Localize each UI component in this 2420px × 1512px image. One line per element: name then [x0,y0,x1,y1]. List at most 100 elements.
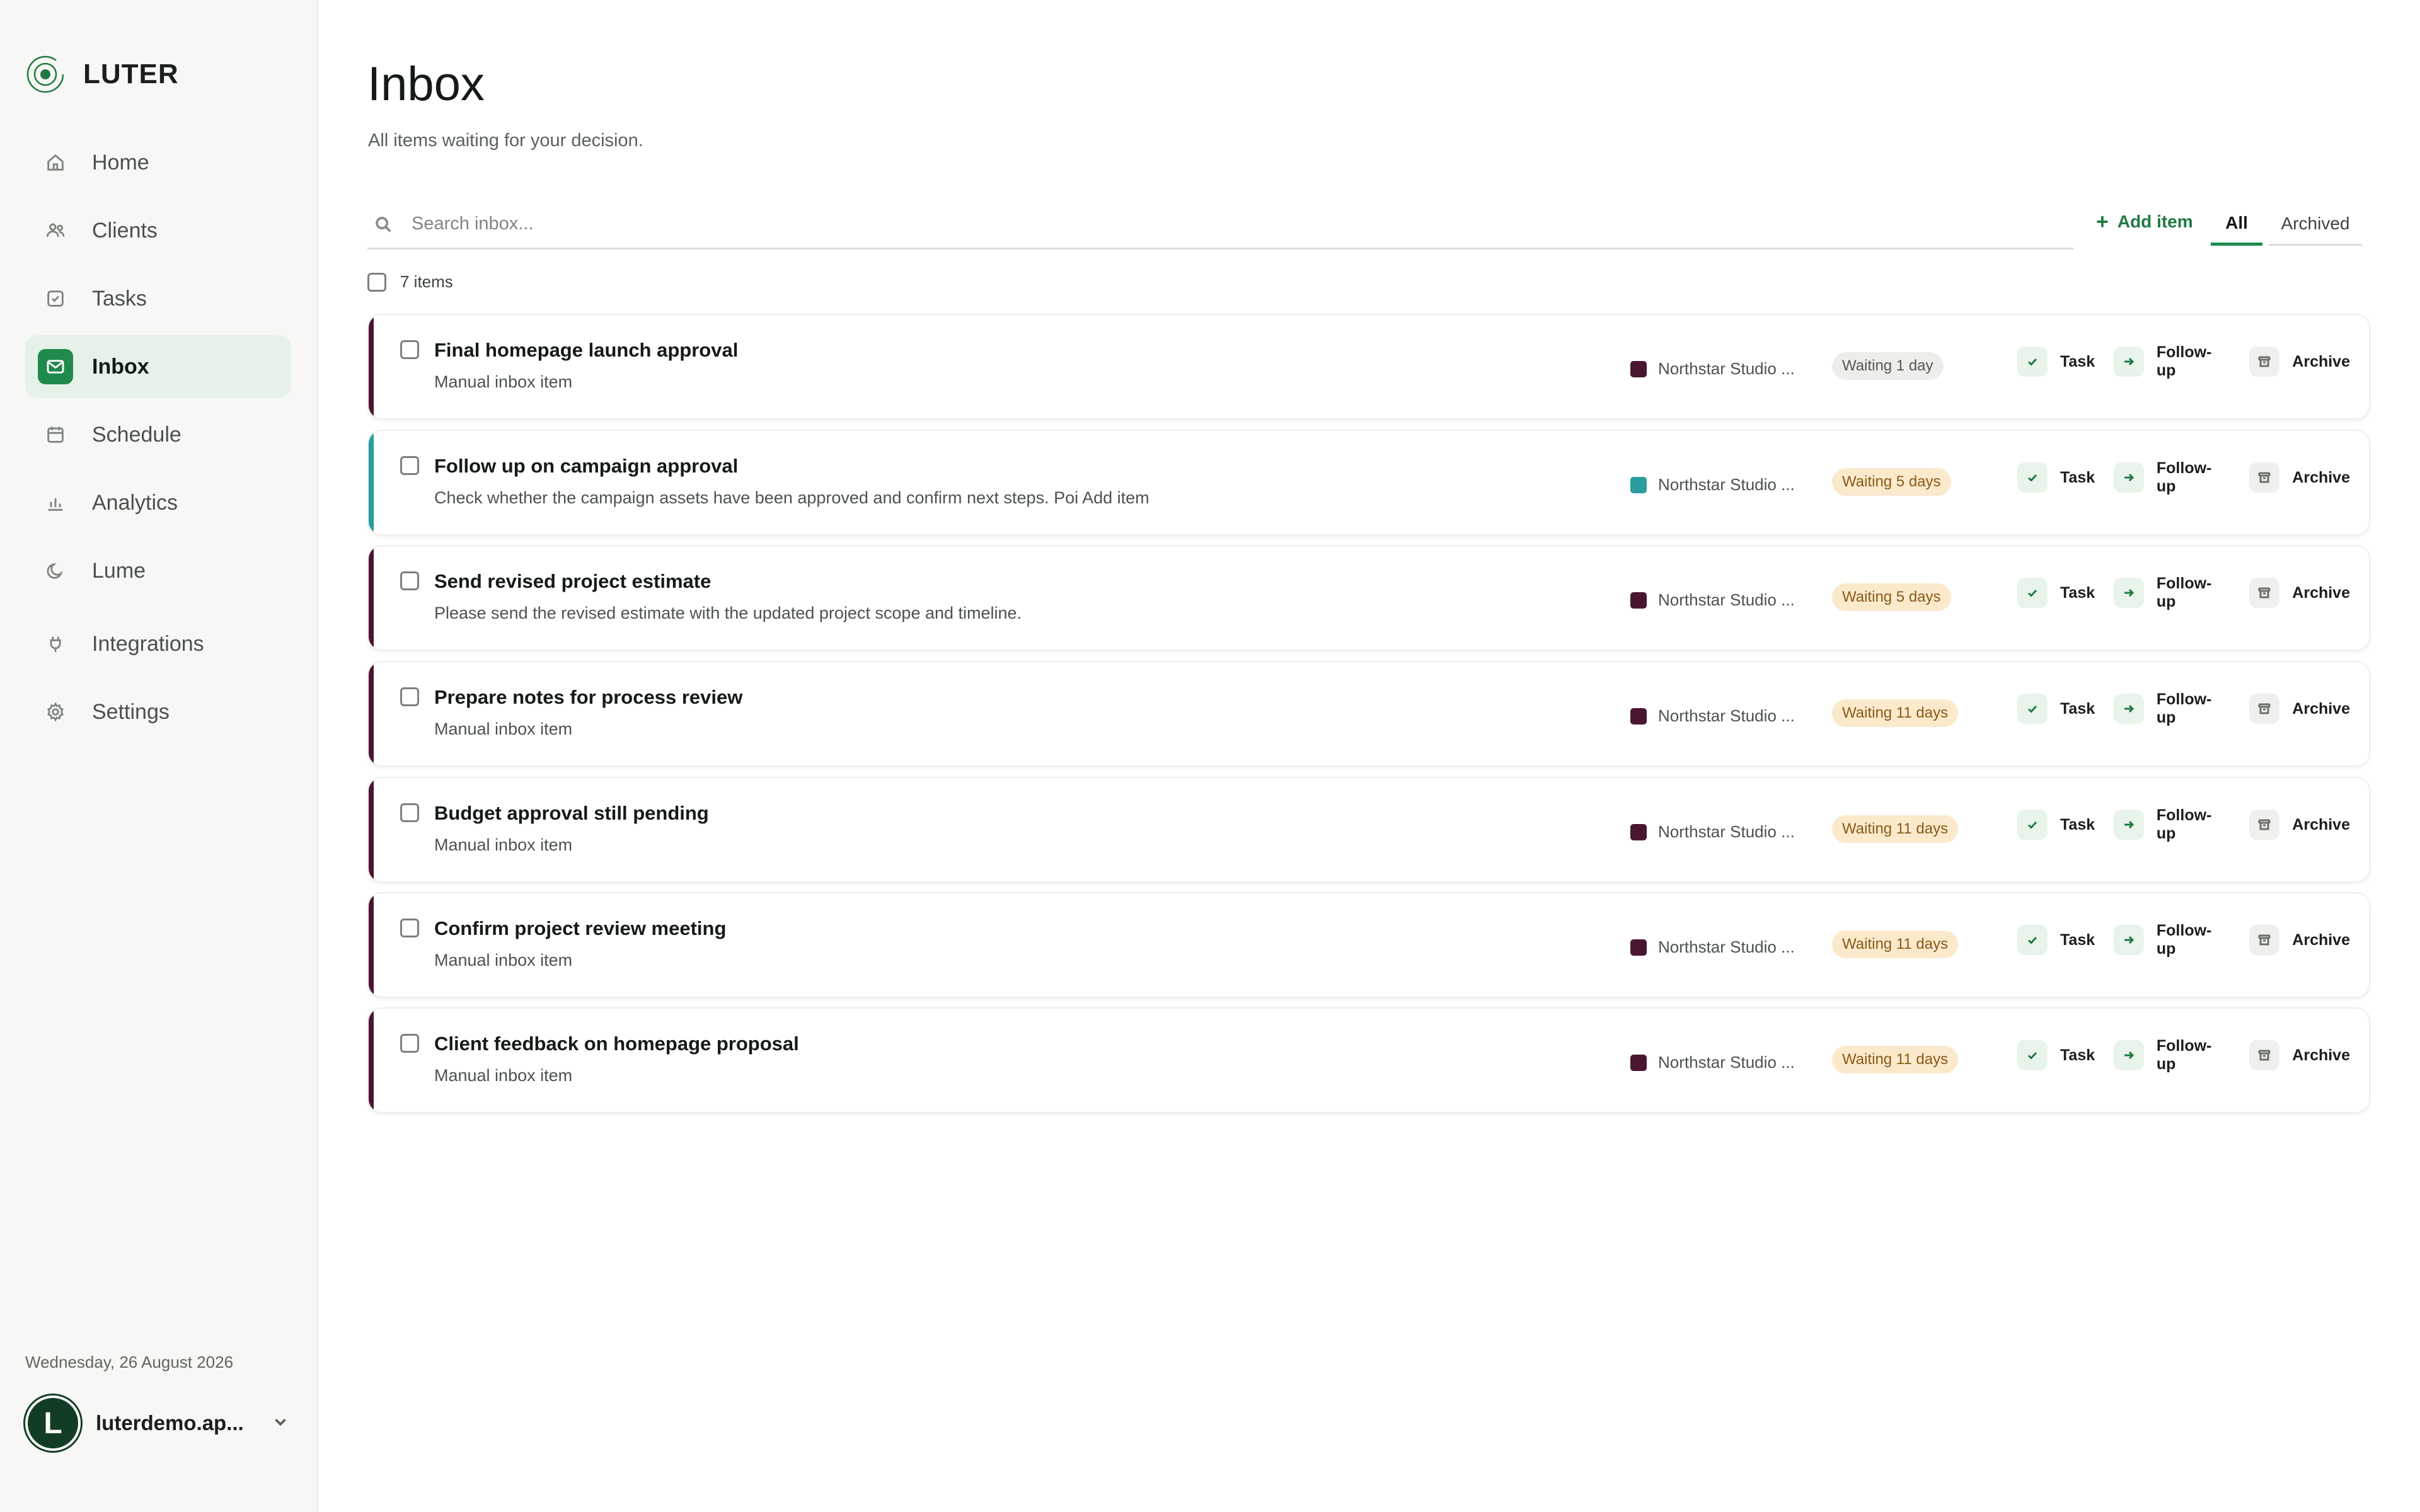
item-checkbox[interactable] [400,456,419,475]
tab-archived[interactable]: Archived [2269,203,2362,246]
arrow-right-icon [2114,1040,2144,1070]
follow-up-button[interactable]: Follow-up [2114,459,2230,496]
item-actions: Task Follow-up Archive [2017,806,2369,843]
arrow-right-icon [2114,462,2144,493]
inbox-item[interactable]: Confirm project review meeting Manual in… [367,892,2370,998]
inbox-item[interactable]: Follow up on campaign approval Check whe… [367,430,2370,536]
chevron-down-icon[interactable] [271,1412,290,1435]
client-color-swatch [1630,939,1647,956]
sidebar-item-settings[interactable]: Settings [25,680,291,743]
follow-up-button[interactable]: Follow-up [2114,806,2230,843]
item-accent-bar [369,1009,374,1112]
item-checkbox[interactable] [400,919,419,937]
sidebar-item-label: Lume [92,558,146,583]
archive-button[interactable]: Archive [2249,462,2350,493]
client-name: Northstar Studio ... [1658,590,1795,609]
sidebar-item-analytics[interactable]: Analytics [25,471,291,534]
client-name: Northstar Studio ... [1658,822,1795,841]
sidebar-item-schedule[interactable]: Schedule [25,403,291,466]
sidebar-item-clients[interactable]: Clients [25,199,291,262]
arrow-right-icon [2114,578,2144,608]
sidebar-item-integrations[interactable]: Integrations [25,612,291,675]
item-actions: Task Follow-up Archive [2017,343,2369,380]
archive-button[interactable]: Archive [2249,1040,2350,1070]
inbox-item[interactable]: Prepare notes for process review Manual … [367,661,2370,767]
item-checkbox[interactable] [400,571,419,590]
item-title: Prepare notes for process review [434,686,743,708]
item-title: Send revised project estimate [434,570,712,592]
item-actions: Task Follow-up Archive [2017,459,2369,496]
item-checkbox[interactable] [400,687,419,706]
task-button[interactable]: Task [2017,462,2095,493]
archive-button[interactable]: Archive [2249,810,2350,840]
task-button-label: Task [2060,583,2095,602]
archive-button[interactable]: Archive [2249,346,2350,377]
moon-icon [40,556,71,586]
item-accent-bar [369,662,374,765]
follow-up-button[interactable]: Follow-up [2114,690,2230,727]
inbox-item[interactable]: Final homepage launch approval Manual in… [367,314,2370,420]
client-tag: Northstar Studio ... [1630,937,1795,957]
follow-up-button[interactable]: Follow-up [2114,575,2230,611]
current-date: Wednesday, 26 August 2026 [25,1353,234,1372]
task-button[interactable]: Task [2017,1040,2095,1070]
calendar-icon [40,420,71,450]
home-icon [40,147,71,178]
page-title: Inbox [367,57,485,111]
gear-icon [40,697,71,727]
add-item-label: Add item [2117,212,2193,231]
sidebar-item-tasks[interactable]: Tasks [25,267,291,330]
inbox-item[interactable]: Budget approval still pending Manual inb… [367,777,2370,883]
check-icon [2017,925,2048,955]
follow-up-button[interactable]: Follow-up [2114,343,2230,380]
client-tag: Northstar Studio ... [1630,706,1795,726]
waiting-badge: Waiting 11 days [1832,699,1959,727]
sidebar: LUTER Home Clients Tasks Inbox Schedule … [0,0,318,1512]
item-description: Manual inbox item [434,719,573,738]
item-checkbox[interactable] [400,803,419,822]
client-tag: Northstar Studio ... [1630,822,1795,842]
archive-button-label: Archive [2292,699,2350,718]
brand-logo[interactable]: LUTER [25,54,179,94]
check-icon [2017,462,2048,493]
task-button[interactable]: Task [2017,694,2095,724]
follow-up-button-label: Follow-up [2156,922,2212,958]
select-all-checkbox[interactable] [367,272,386,292]
follow-up-button-label: Follow-up [2156,806,2212,842]
archive-button[interactable]: Archive [2249,925,2350,955]
waiting-badge: Waiting 1 day [1832,352,1944,380]
follow-up-button[interactable]: Follow-up [2114,922,2230,958]
item-accent-bar [369,546,374,650]
tab-all[interactable]: All [2211,203,2262,246]
archive-button-label: Archive [2292,931,2350,949]
plus-icon: + [2096,209,2109,234]
user-menu[interactable]: L luterdemo.ap... [25,1395,290,1452]
sidebar-item-lume[interactable]: Lume [25,539,291,602]
sidebar-item-home[interactable]: Home [25,131,291,194]
add-item-button[interactable]: + Add item [2096,208,2193,236]
sidebar-item-inbox[interactable]: Inbox [25,335,291,398]
task-button[interactable]: Task [2017,346,2095,377]
item-checkbox[interactable] [400,340,419,359]
item-count: 7 items [400,272,453,291]
archive-button[interactable]: Archive [2249,694,2350,724]
task-button[interactable]: Task [2017,578,2095,608]
follow-up-button-label: Follow-up [2156,459,2212,495]
archive-button-label: Archive [2292,815,2350,833]
item-actions: Task Follow-up Archive [2017,575,2369,611]
item-checkbox[interactable] [400,1034,419,1053]
task-button-label: Task [2060,815,2095,833]
inbox-item[interactable]: Send revised project estimate Please sen… [367,545,2370,651]
task-button-label: Task [2060,931,2095,949]
task-button[interactable]: Task [2017,925,2095,955]
item-title: Follow up on campaign approval [434,455,739,477]
client-color-swatch [1630,823,1647,840]
follow-up-button[interactable]: Follow-up [2114,1037,2230,1074]
inbox-item[interactable]: Client feedback on homepage proposal Man… [367,1007,2370,1113]
task-button-label: Task [2060,699,2095,718]
archive-button-label: Archive [2292,352,2350,370]
luter-logo-icon [26,55,64,93]
task-button[interactable]: Task [2017,810,2095,840]
archive-button[interactable]: Archive [2249,578,2350,608]
search-input[interactable] [410,213,1988,235]
